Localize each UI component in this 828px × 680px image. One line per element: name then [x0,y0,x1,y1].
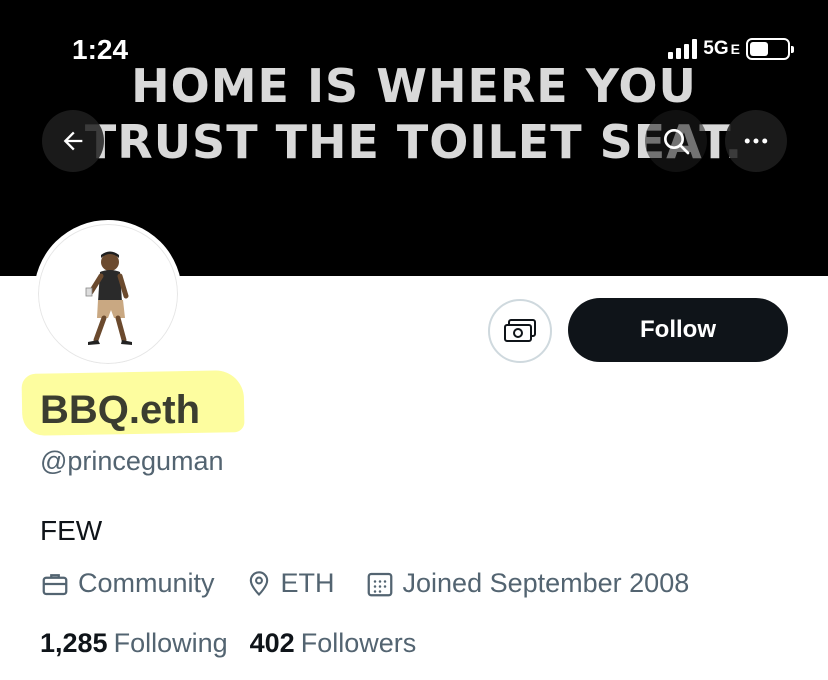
user-handle: @princeguman [40,446,224,476]
calendar-icon [367,572,392,596]
status-time: 1:24 [72,34,129,65]
joined-label: Joined September 2008 [402,568,690,598]
money-icon [504,319,536,342]
briefcase-icon [42,573,68,595]
bio: FEW [40,515,103,546]
battery-level [750,42,768,56]
location-label: ETH [280,568,335,598]
location-pin-icon [249,570,268,596]
banner-line-1: Home is where you [131,59,697,113]
avatar[interactable] [34,220,182,368]
follow-button[interactable]: Follow [568,298,788,362]
location-item: ETH [245,568,335,599]
followers-link[interactable]: 402 Followers [250,628,417,659]
signal-icon [668,39,698,59]
status-indicators: 5G E [668,38,794,60]
following-count: 1,285 [40,628,108,658]
following-label: Following [113,628,228,658]
followers-count: 402 [249,628,295,658]
followers-label: Followers [300,628,417,658]
more-icon [744,138,768,144]
category-label: Community [78,568,215,598]
follow-stats: 1,285 Following 402 Followers [40,628,438,659]
avatar-illustration [40,226,176,362]
category-item: Community [40,568,215,599]
following-link[interactable]: 1,285 Following [40,628,228,659]
back-arrow-icon [63,131,83,151]
tip-button[interactable] [488,299,552,363]
network-type: 5G E [703,38,740,59]
profile-meta: Community ETH Joined September 2008 [40,568,689,599]
back-button[interactable] [42,110,104,172]
search-button[interactable] [645,110,707,172]
more-button[interactable] [725,110,787,172]
battery-icon [746,38,794,60]
display-name: BBQ.eth [40,388,200,432]
search-icon [664,129,690,155]
joined-item: Joined September 2008 [365,568,690,599]
